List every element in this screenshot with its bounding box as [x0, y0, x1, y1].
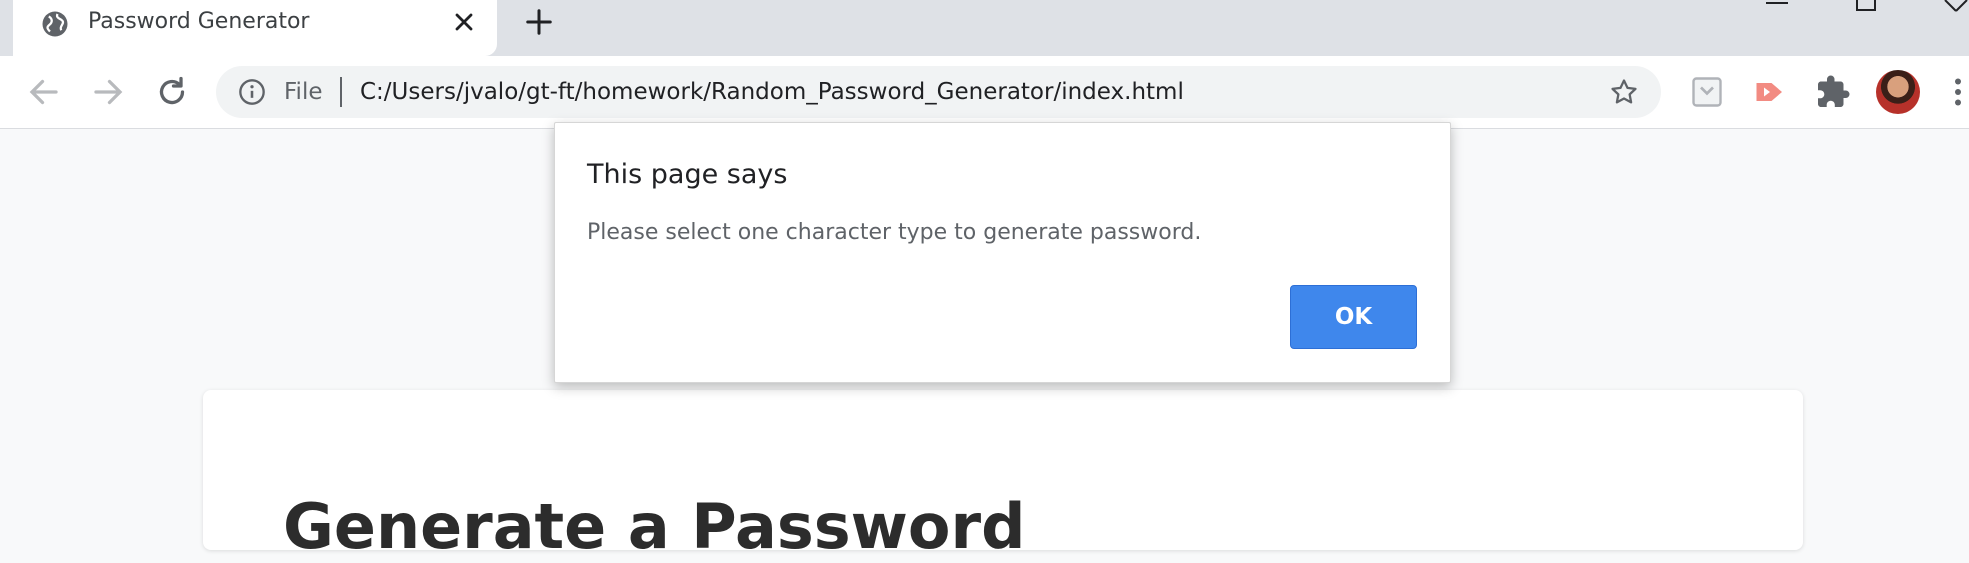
star-icon[interactable]	[1609, 77, 1639, 107]
info-icon[interactable]	[238, 78, 266, 106]
page-heading: Generate a Password	[283, 490, 1026, 563]
address-separator	[340, 77, 342, 107]
generator-card: Generate a Password	[203, 390, 1803, 563]
ok-button[interactable]: OK	[1290, 285, 1417, 349]
globe-icon	[42, 11, 68, 37]
browser-toolbar: File C:/Users/jvalo/gt-ft/homework/Rando…	[0, 56, 1969, 129]
address-bar[interactable]: File C:/Users/jvalo/gt-ft/homework/Rando…	[216, 66, 1661, 118]
plus-icon[interactable]	[524, 7, 554, 37]
minimize-icon[interactable]	[1764, 0, 1790, 6]
puzzle-icon[interactable]	[1815, 74, 1851, 110]
alert-dialog: This page says Please select one charact…	[554, 122, 1451, 383]
forward-arrow-icon[interactable]	[90, 74, 126, 110]
browser-tab[interactable]: Password Generator	[13, 0, 497, 56]
close-icon[interactable]	[450, 8, 478, 36]
pocket-extension-icon[interactable]	[1689, 74, 1725, 110]
maximize-icon[interactable]	[1855, 0, 1877, 12]
dialog-title: This page says	[587, 159, 788, 190]
tab-title: Password Generator	[88, 9, 310, 34]
kebab-menu-icon[interactable]	[1951, 74, 1965, 110]
back-arrow-icon[interactable]	[26, 74, 62, 110]
url-text[interactable]: C:/Users/jvalo/gt-ft/homework/Random_Pas…	[360, 78, 1184, 106]
window-close-icon[interactable]	[1942, 0, 1969, 14]
record-extension-icon[interactable]	[1752, 74, 1788, 110]
dialog-message: Please select one character type to gene…	[587, 220, 1202, 245]
reload-icon[interactable]	[154, 74, 190, 110]
profile-avatar[interactable]	[1876, 70, 1920, 114]
tab-strip: Password Generator	[0, 0, 1969, 56]
scheme-label: File	[284, 79, 323, 105]
